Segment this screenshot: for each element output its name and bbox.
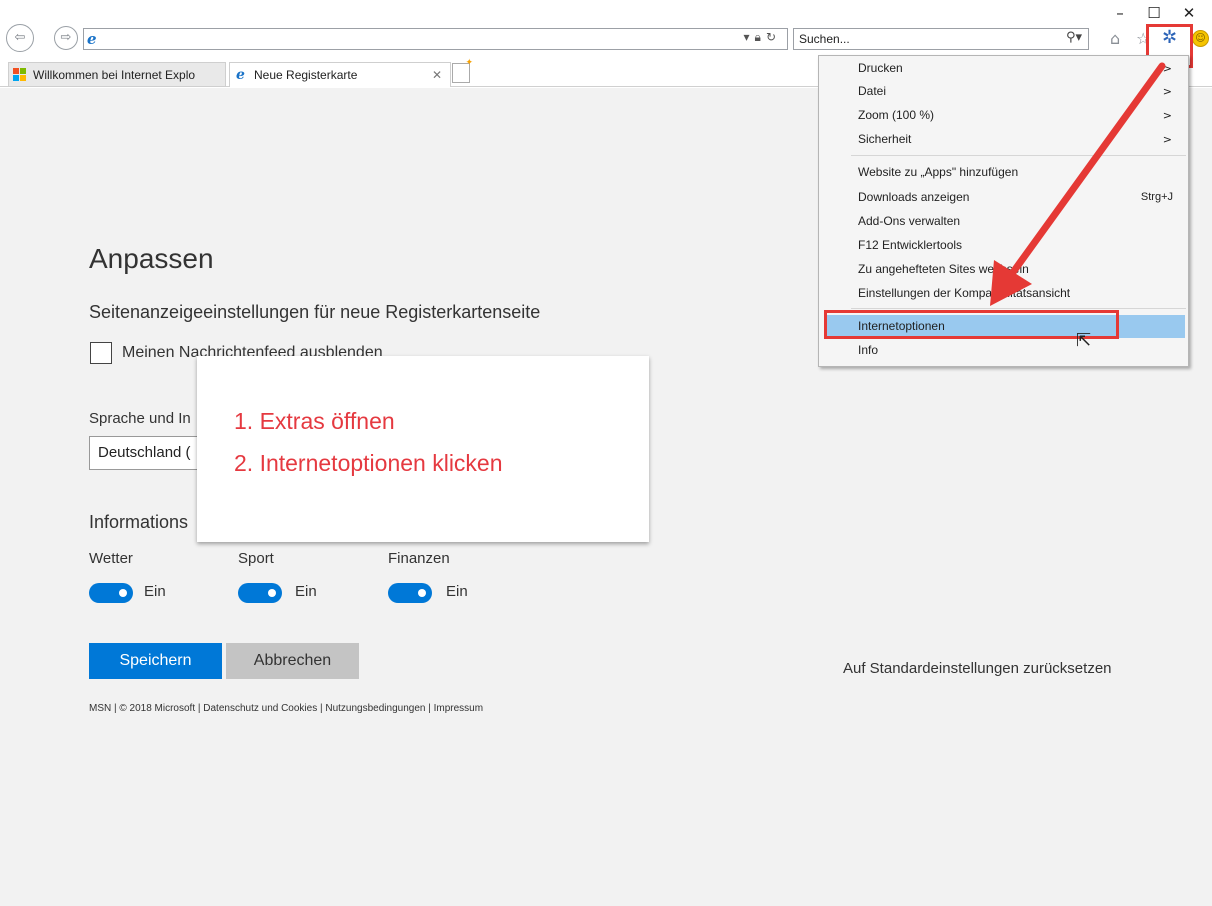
menu-item-compat-view[interactable]: Einstellungen der Kompatibilitätsansicht: [820, 282, 1187, 305]
minimize-icon[interactable]: –: [1106, 2, 1134, 24]
menu-item-sicherheit[interactable]: Sicherheit >: [820, 128, 1187, 151]
toggle-wetter[interactable]: [89, 583, 133, 603]
menu-item-downloads[interactable]: Downloads anzeigen Strg+J: [820, 186, 1187, 209]
search-icon[interactable]: ⚲▾: [1066, 30, 1082, 45]
tab-close-icon[interactable]: ✕: [432, 63, 442, 87]
toggle-finanzen[interactable]: [388, 583, 432, 603]
address-bar[interactable]: e ▾🔒︎↻: [83, 28, 788, 50]
save-button[interactable]: Speichern: [89, 643, 222, 679]
menu-item-addons[interactable]: Add-Ons verwalten: [820, 210, 1187, 233]
microsoft-logo-icon: [13, 68, 27, 82]
search-input[interactable]: Suchen... ⚲▾: [793, 28, 1089, 50]
hide-feed-checkbox[interactable]: [90, 342, 112, 364]
menu-item-label: Downloads anzeigen: [858, 190, 970, 204]
submenu-arrow-icon: >: [1162, 62, 1172, 75]
menu-item-info[interactable]: Info: [820, 339, 1187, 362]
info-section-label: Informations: [89, 512, 189, 532]
menu-item-add-to-apps[interactable]: Website zu „Apps" hinzufügen: [820, 161, 1187, 184]
callout-step-1: 1. Extras öffnen: [234, 408, 395, 434]
cancel-button[interactable]: Abbrechen: [226, 643, 359, 679]
dropdown-icon[interactable]: ▾: [744, 30, 755, 44]
refresh-icon[interactable]: ↻: [766, 30, 781, 44]
mouse-cursor-icon: ⇱: [1076, 330, 1092, 351]
menu-item-pinned-sites[interactable]: Zu angehefteten Sites wechseln: [820, 258, 1187, 281]
menu-item-zoom[interactable]: Zoom (100 %) >: [820, 104, 1187, 127]
menu-item-label: Sicherheit: [858, 132, 912, 146]
menu-item-label: Zu angehefteten Sites wechseln: [858, 262, 1029, 276]
menu-item-label: F12 Entwicklertools: [858, 238, 963, 252]
toggle-label-finanzen: Finanzen: [388, 550, 450, 567]
instruction-callout: 1. Extras öffnen 2. Internetoptionen kli…: [197, 356, 649, 542]
page-subtitle: Seitenanzeigeeinstellungen für neue Regi…: [89, 302, 541, 322]
menu-separator: [851, 308, 1186, 309]
submenu-arrow-icon: >: [1162, 85, 1172, 98]
address-tools: ▾🔒︎↻: [744, 30, 781, 45]
forward-icon[interactable]: ⇨: [54, 26, 78, 50]
menu-item-label: Info: [858, 343, 879, 357]
home-icon[interactable]: ⌂: [1110, 29, 1120, 48]
search-placeholder: Suchen...: [799, 32, 850, 46]
new-tab-icon[interactable]: [452, 58, 473, 83]
lock-icon: 🔒︎: [754, 30, 766, 44]
menu-item-drucken[interactable]: Drucken >: [820, 57, 1187, 80]
menu-shortcut: Strg+J: [1140, 191, 1173, 203]
menu-item-label: Website zu „Apps" hinzufügen: [858, 165, 1019, 179]
submenu-arrow-icon: >: [1162, 133, 1172, 146]
tab-label: Willkommen bei Internet Explo: [33, 68, 196, 82]
close-icon[interactable]: ✕: [1175, 2, 1203, 24]
menu-item-devtools[interactable]: F12 Entwicklertools: [820, 234, 1187, 257]
menu-item-label: Drucken: [858, 61, 903, 75]
smiley-icon[interactable]: ☺: [1192, 30, 1209, 47]
reset-defaults-link[interactable]: Auf Standardeinstellungen zurücksetzen: [843, 660, 1112, 677]
page-title: Anpassen: [89, 243, 214, 274]
toggle-sport[interactable]: [238, 583, 282, 603]
tab-welcome[interactable]: Willkommen bei Internet Explo: [8, 62, 226, 87]
footer-links[interactable]: MSN | © 2018 Microsoft | Datenschutz und…: [89, 703, 483, 714]
menu-item-label: Zoom (100 %): [858, 108, 935, 122]
toggle-state-sport: Ein: [295, 583, 317, 600]
submenu-arrow-icon: >: [1162, 109, 1172, 122]
ie-logo-icon: e: [87, 30, 97, 48]
menu-item-label: Datei: [858, 84, 887, 98]
back-icon[interactable]: ⇦: [6, 24, 34, 52]
internetoptionen-highlight-box: [824, 310, 1119, 339]
maximize-icon[interactable]: ☐: [1140, 2, 1168, 24]
tab-label: Neue Registerkarte: [254, 68, 358, 82]
tab-new[interactable]: e Neue Registerkarte ✕: [229, 62, 451, 87]
menu-item-label: Add-Ons verwalten: [858, 214, 961, 228]
toggle-label-sport: Sport: [238, 550, 274, 567]
menu-separator: [851, 155, 1186, 156]
menu-item-datei[interactable]: Datei >: [820, 80, 1187, 103]
toggle-label-wetter: Wetter: [89, 550, 133, 567]
language-label: Sprache und In: [89, 410, 191, 427]
toggle-state-wetter: Ein: [144, 583, 166, 600]
menu-item-label: Einstellungen der Kompatibilitätsansicht: [858, 286, 1071, 300]
ie-logo-icon: e: [236, 67, 245, 83]
toggle-state-finanzen: Ein: [446, 583, 468, 600]
callout-step-2: 2. Internetoptionen klicken: [234, 450, 503, 476]
